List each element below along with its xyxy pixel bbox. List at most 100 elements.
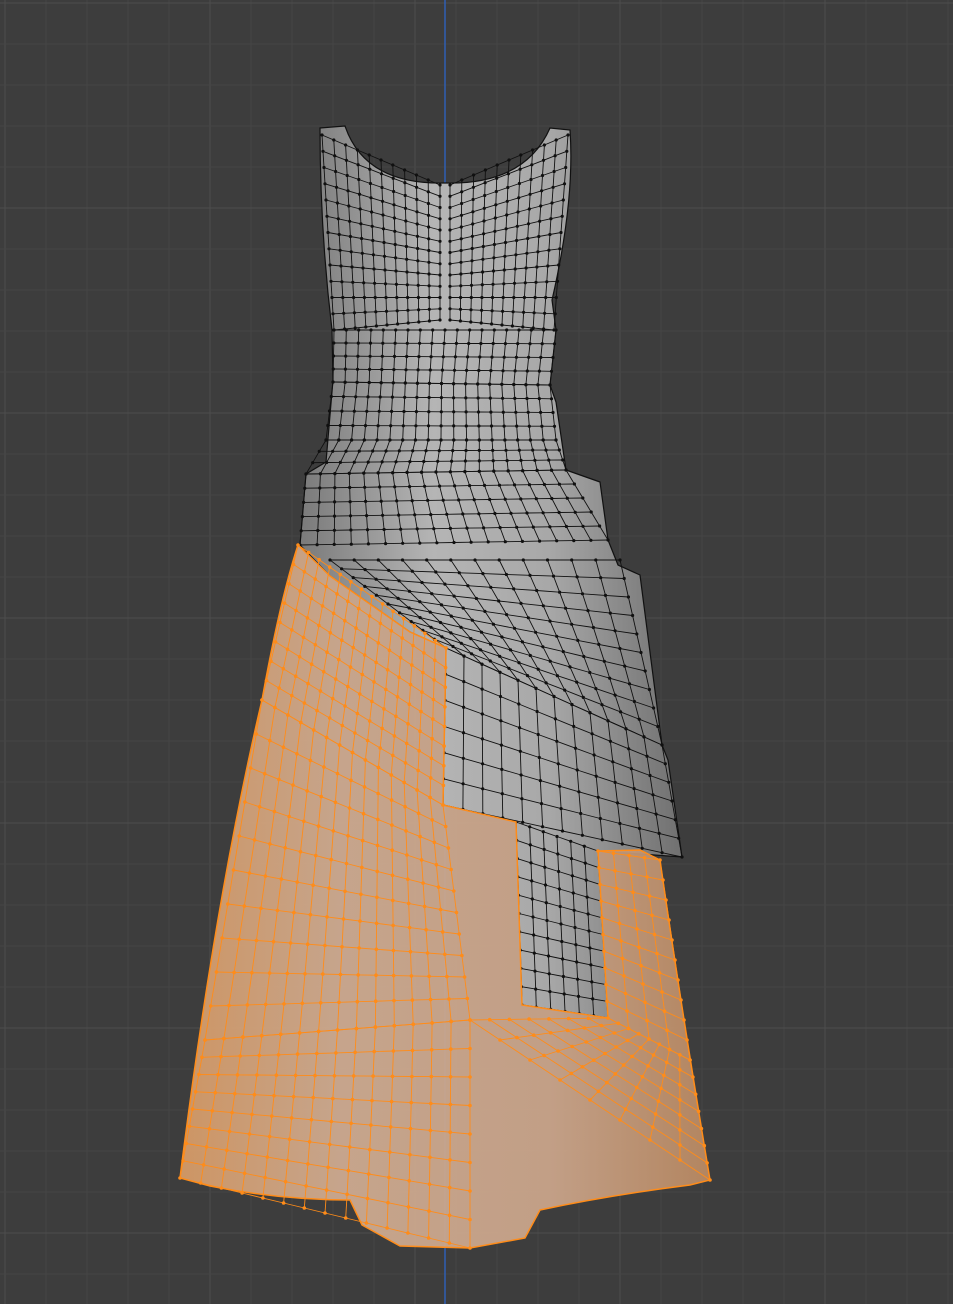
mesh-vertex xyxy=(518,726,522,730)
mesh-vertex xyxy=(465,996,470,1001)
mesh-vertex xyxy=(372,267,376,271)
mesh-vertex xyxy=(331,611,336,616)
mesh-vertex xyxy=(429,355,433,359)
mesh-vertex xyxy=(321,972,325,976)
mesh-vertex xyxy=(332,341,336,345)
mesh-vertex xyxy=(708,1178,712,1182)
mesh-vertex xyxy=(291,1094,296,1099)
mesh-vertex xyxy=(461,606,465,610)
mesh-vertex xyxy=(349,528,353,532)
mesh-vertex xyxy=(349,250,353,254)
mesh-vertex xyxy=(342,311,346,315)
mesh-vertex xyxy=(426,424,431,428)
mesh-vertex xyxy=(482,526,486,530)
mesh-vertex xyxy=(600,838,604,842)
mesh-vertex xyxy=(629,872,633,876)
mesh-vertex xyxy=(313,643,318,647)
mesh-vertex xyxy=(530,879,534,883)
mesh-vertex xyxy=(448,1158,452,1162)
mesh-vertex xyxy=(519,153,523,157)
mesh-vertex xyxy=(416,283,420,287)
mesh-vertex xyxy=(557,482,562,486)
mesh-vertex xyxy=(337,232,341,237)
mesh-vertex xyxy=(562,992,566,996)
mesh-vertex xyxy=(351,424,355,428)
mesh-vertex xyxy=(317,449,321,453)
mesh-vertex xyxy=(407,1179,412,1183)
mesh-vertex xyxy=(605,1080,609,1085)
mesh-vertex xyxy=(391,753,395,758)
mesh-vertex xyxy=(563,688,567,692)
mesh-vertex xyxy=(606,538,610,542)
mesh-vertex xyxy=(469,283,474,287)
mesh-vertex xyxy=(550,468,554,472)
3d-viewport[interactable] xyxy=(0,0,953,1304)
mesh-vertex xyxy=(318,472,322,476)
mesh-vertex xyxy=(301,635,306,640)
mesh-vertex xyxy=(648,1138,652,1142)
mesh-vertex xyxy=(427,1209,431,1213)
mesh-vertex xyxy=(303,972,307,976)
mesh-vertex xyxy=(350,265,354,269)
mesh-vertex xyxy=(331,449,335,453)
mesh-vertex xyxy=(488,659,492,663)
mesh-vertex xyxy=(580,592,585,596)
mesh-vertex xyxy=(557,263,561,267)
mesh-vertex xyxy=(531,525,535,529)
mesh-vertex xyxy=(489,642,493,646)
mesh-vertex xyxy=(422,904,427,909)
mesh-vertex xyxy=(245,1151,249,1156)
mesh-vertex xyxy=(480,687,484,691)
mesh-vertex xyxy=(532,933,536,937)
mesh-vertex xyxy=(660,990,664,994)
mesh-vertex xyxy=(480,308,484,312)
mesh-vertex xyxy=(656,1099,661,1103)
mesh-vertex xyxy=(547,248,551,252)
mesh-vertex xyxy=(614,1045,619,1049)
mesh-vertex xyxy=(429,625,433,629)
mesh-vertex xyxy=(295,1052,300,1056)
mesh-vertex xyxy=(426,190,430,194)
mesh-vertex xyxy=(552,169,556,174)
mesh-vertex xyxy=(415,222,419,226)
mesh-vertex xyxy=(570,874,575,878)
mesh-vertex xyxy=(429,756,434,761)
mesh-vertex xyxy=(416,768,420,773)
mesh-vertex xyxy=(599,1023,604,1028)
mesh-vertex xyxy=(351,645,356,650)
mesh-vertex xyxy=(408,949,413,954)
mesh-vertex xyxy=(497,599,501,603)
mesh-vertex xyxy=(394,256,398,260)
mesh-vertex xyxy=(357,946,361,950)
mesh-vertex xyxy=(289,1116,294,1120)
mesh-vertex xyxy=(529,328,533,332)
mesh-vertex xyxy=(497,558,501,562)
mesh-vertex xyxy=(326,1165,330,1170)
mesh-vertex xyxy=(572,724,576,729)
mesh-vertex xyxy=(637,945,641,950)
mesh-vertex xyxy=(359,587,364,591)
mesh-vertex xyxy=(331,312,335,316)
mesh-vertex xyxy=(427,237,431,241)
mesh-vertex xyxy=(555,739,559,743)
mesh-vertex xyxy=(551,410,555,415)
mesh-vertex xyxy=(576,994,581,999)
mesh-vertex xyxy=(468,1132,472,1136)
mesh-vertex xyxy=(566,1016,571,1021)
mesh-vertex xyxy=(391,1049,396,1053)
mesh-vertex xyxy=(402,780,407,785)
mesh-vertex xyxy=(623,1107,628,1111)
mesh-vertex xyxy=(592,753,596,757)
mesh-vertex xyxy=(555,279,560,283)
mesh-vertex xyxy=(470,618,474,622)
mesh-vertex xyxy=(447,1185,452,1190)
mesh-vertex xyxy=(296,543,300,547)
mesh-vertex xyxy=(627,682,632,686)
mesh-vertex xyxy=(373,1025,378,1029)
viewport-canvas[interactable] xyxy=(0,0,953,1304)
mesh-vertex xyxy=(350,438,354,442)
mesh-vertex xyxy=(655,951,659,956)
mesh-vertex xyxy=(304,1184,308,1188)
mesh-vertex xyxy=(464,410,468,414)
mesh-vertex xyxy=(423,484,427,488)
